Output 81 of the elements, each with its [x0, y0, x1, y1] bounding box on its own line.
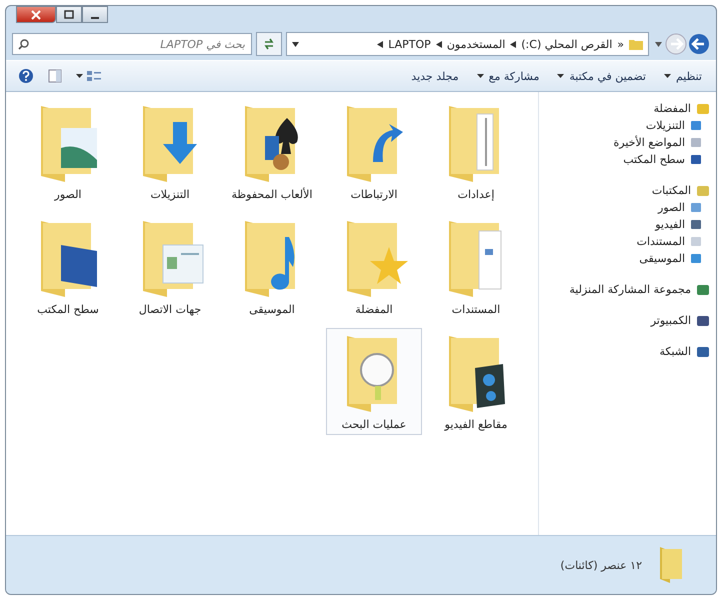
- chevron-icon: [377, 40, 384, 48]
- minimize-icon: [91, 16, 99, 18]
- sidebar-header[interactable]: المكتبات: [545, 182, 710, 199]
- toolbar-button[interactable]: تنظيم: [658, 66, 708, 86]
- sidebar-item[interactable]: المواضع الأخيرة: [545, 134, 710, 151]
- sidebar-header[interactable]: مجموعة المشاركة المنزلية: [545, 281, 710, 298]
- refresh-icon: [262, 38, 276, 50]
- back-button[interactable]: [688, 33, 710, 55]
- search-field[interactable]: بحث في LAPTOP: [12, 33, 252, 55]
- sidebar-icon: [696, 314, 710, 326]
- sidebar-header[interactable]: الشبكة: [545, 343, 710, 360]
- folder-item[interactable]: المفضلة: [326, 213, 422, 320]
- caret-icon: [476, 74, 484, 78]
- maximize-button[interactable]: [56, 6, 82, 23]
- toolbar-button[interactable]: مشاركة مع: [470, 66, 546, 86]
- folder-label: سطح المكتب: [37, 303, 99, 316]
- help-icon: [18, 68, 34, 84]
- folder-label: عمليات البحث: [342, 418, 406, 431]
- preview-pane-icon: [48, 69, 62, 83]
- folder-label: جهات الاتصال: [138, 303, 202, 316]
- folder-item[interactable]: سطح المكتب: [20, 213, 116, 320]
- breadcrumb-overflow[interactable]: «: [617, 38, 624, 50]
- caret-icon: [655, 42, 662, 46]
- sidebar-icon: [690, 120, 702, 131]
- breadcrumb[interactable]: LAPTOP: [388, 38, 431, 50]
- sidebar-icon: [696, 284, 710, 296]
- chevron-icon: [510, 40, 516, 48]
- folder-label: الموسيقى: [249, 303, 295, 316]
- close-button[interactable]: [16, 6, 56, 23]
- folder-item[interactable]: الألعاب المحفوظة: [224, 98, 320, 205]
- sidebar-item[interactable]: الموسيقى: [545, 250, 710, 267]
- folder-icon: [629, 38, 643, 50]
- dropdown-caret-icon: [292, 42, 299, 46]
- toolbar-button[interactable]: مجلد جديد: [405, 66, 465, 86]
- folder-label: مقاطع الفيديو: [444, 418, 508, 431]
- minimize-button[interactable]: [82, 6, 108, 23]
- folder-label: الألعاب المحفوظة: [232, 188, 312, 201]
- maximize-icon: [63, 10, 75, 20]
- folder-item[interactable]: مقاطع الفيديو: [428, 328, 524, 435]
- folder-label: الصور: [54, 188, 82, 201]
- folder-item[interactable]: المستندات: [428, 213, 524, 320]
- folder-label: المفضلة: [355, 303, 393, 316]
- folder-label: التنزيلات: [150, 188, 190, 201]
- folder-item[interactable]: الموسيقى: [224, 213, 320, 320]
- sidebar-icon: [696, 184, 710, 196]
- sidebar-item[interactable]: سطح المكتب: [545, 151, 710, 168]
- breadcrumb[interactable]: القرص المحلي (C:): [521, 38, 612, 50]
- sidebar-icon: [690, 236, 702, 247]
- sidebar-item[interactable]: الصور: [545, 199, 710, 216]
- toolbar-button[interactable]: تضمين في مكتبة: [551, 66, 652, 86]
- folder-item[interactable]: الصور: [20, 98, 116, 205]
- item-count: ١٢ عنصر (كائنات): [560, 558, 642, 572]
- sidebar-item[interactable]: الفيديو: [545, 216, 710, 233]
- sidebar-icon: [690, 219, 702, 230]
- sidebar-item[interactable]: التنزيلات: [545, 117, 710, 134]
- caret-icon: [76, 74, 83, 78]
- close-icon: [30, 10, 42, 20]
- folder-label: إعدادات: [458, 188, 494, 201]
- sidebar-header[interactable]: المفضلة: [545, 100, 710, 117]
- folder-item[interactable]: إعدادات: [428, 98, 524, 205]
- sidebar-header[interactable]: الكمبيوتر: [545, 312, 710, 329]
- sidebar-item[interactable]: المستندات: [545, 233, 710, 250]
- folder-item[interactable]: التنزيلات: [122, 98, 218, 205]
- sidebar-icon: [690, 137, 702, 148]
- folder-item[interactable]: عمليات البحث: [326, 328, 422, 435]
- views-icon: [86, 70, 102, 82]
- folder-item[interactable]: الارتباطات: [326, 98, 422, 205]
- sidebar-icon: [690, 202, 702, 213]
- folder-label: الارتباطات: [350, 188, 398, 201]
- sidebar-icon: [690, 253, 702, 264]
- sidebar-icon: [696, 102, 710, 114]
- breadcrumb[interactable]: المستخدمون: [446, 38, 506, 50]
- folder-label: المستندات: [452, 303, 500, 316]
- sidebar-icon: [690, 154, 702, 165]
- sidebar-icon: [696, 346, 710, 358]
- caret-icon: [664, 74, 671, 78]
- refresh-button[interactable]: [256, 32, 282, 56]
- search-icon: [18, 39, 29, 50]
- caret-icon: [557, 74, 564, 78]
- folder-item[interactable]: جهات الاتصال: [122, 213, 218, 320]
- chevron-icon: [436, 40, 442, 48]
